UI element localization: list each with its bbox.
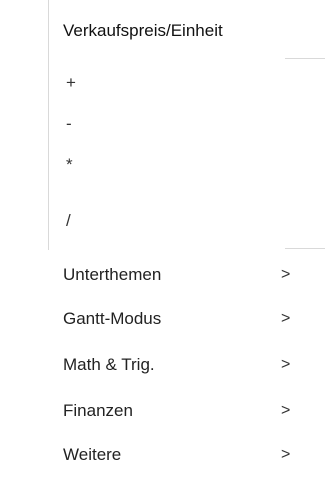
operator-divide-label: / bbox=[66, 211, 71, 230]
menu-item-label: Unterthemen bbox=[63, 265, 162, 284]
menu-item-unterthemen[interactable]: Unterthemen > bbox=[0, 256, 325, 294]
menu-item-label: Math & Trig. bbox=[63, 355, 155, 374]
menu-divider-bottom bbox=[285, 248, 325, 249]
menu-item-finanzen[interactable]: Finanzen > bbox=[0, 392, 325, 430]
operator-minus-label: - bbox=[66, 114, 72, 133]
menu-item-multiply[interactable]: * bbox=[0, 146, 325, 184]
menu-item-label: Finanzen bbox=[63, 401, 133, 420]
operator-multiply-label: * bbox=[66, 155, 73, 174]
context-menu: Verkaufspreis/Einheit + - * / Untertheme… bbox=[0, 0, 325, 480]
menu-item-divide[interactable]: / bbox=[0, 202, 325, 240]
chevron-right-icon: > bbox=[281, 356, 291, 373]
menu-item-gantt-modus[interactable]: Gantt-Modus > bbox=[0, 300, 325, 338]
chevron-right-icon: > bbox=[281, 266, 291, 283]
menu-item-label: Verkaufspreis/Einheit bbox=[63, 21, 223, 40]
menu-item-plus[interactable]: + bbox=[0, 64, 325, 102]
menu-item-minus[interactable]: - bbox=[0, 105, 325, 143]
menu-item-label: Gantt-Modus bbox=[63, 309, 162, 328]
menu-top-section: Verkaufspreis/Einheit + - * / bbox=[0, 0, 325, 250]
chevron-right-icon: > bbox=[281, 402, 291, 419]
chevron-right-icon: > bbox=[281, 446, 291, 463]
menu-item-field-verkaufspreis[interactable]: Verkaufspreis/Einheit bbox=[0, 12, 325, 50]
menu-divider-top bbox=[285, 58, 325, 59]
chevron-right-icon: > bbox=[281, 310, 291, 327]
menu-item-math-trig[interactable]: Math & Trig. > bbox=[0, 346, 325, 384]
menu-item-label: Weitere bbox=[63, 445, 122, 464]
operator-plus-label: + bbox=[66, 73, 76, 92]
menu-item-weitere[interactable]: Weitere > bbox=[0, 436, 325, 474]
